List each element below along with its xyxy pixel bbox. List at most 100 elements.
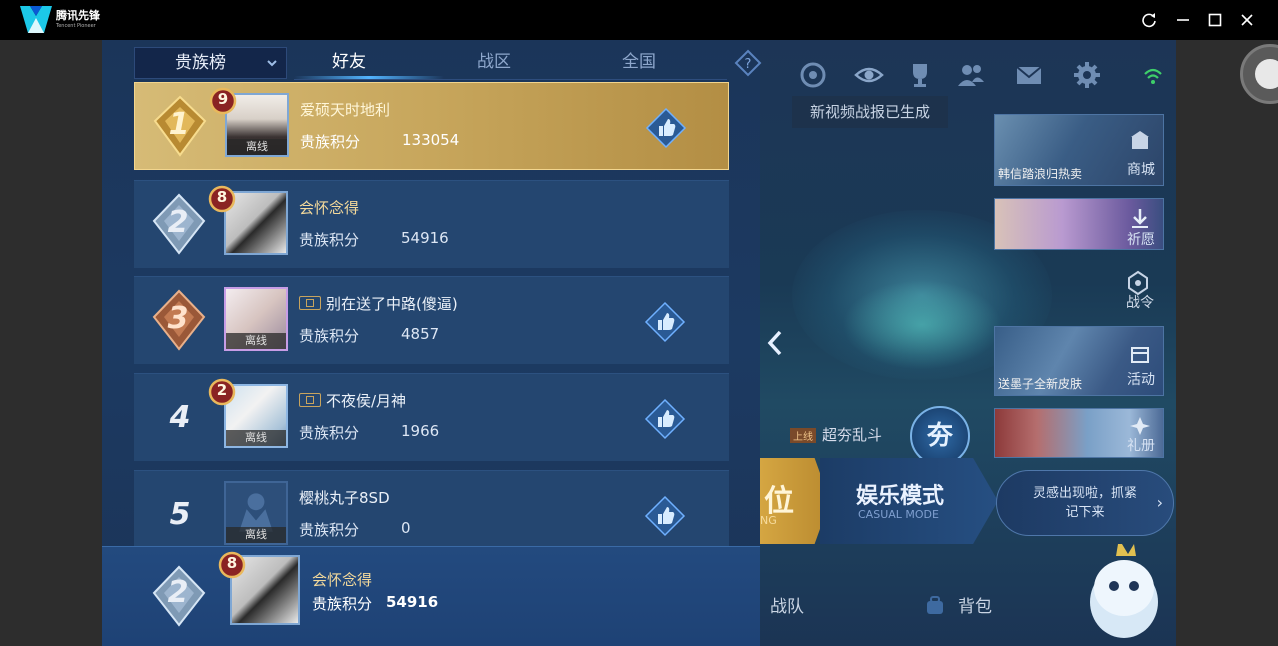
- rank-number: 5: [169, 497, 191, 532]
- app-name: 腾讯先锋: [56, 9, 100, 22]
- my-score-value: 54916: [386, 593, 439, 611]
- noble-level: 2: [216, 381, 228, 399]
- noble-level: 8: [216, 188, 228, 206]
- inspiration-hint-button[interactable]: 灵感出现啦，抓紧 记下来 ›: [996, 470, 1174, 536]
- refresh-icon[interactable]: [1139, 10, 1159, 30]
- tab-national[interactable]: 全国: [584, 46, 694, 80]
- battle-pass-button[interactable]: 战令: [1120, 292, 1160, 312]
- left-gutter: [0, 40, 102, 646]
- tab-divider: [294, 79, 727, 80]
- leaderboard-type-dropdown[interactable]: 贵族榜: [134, 47, 287, 79]
- like-thumb-icon[interactable]: [645, 107, 687, 149]
- leaderboard-panel: 贵族榜 好友 战区 全国 ? 1 离线 9 爱硕天时地利 贵族积分 133054…: [102, 40, 762, 646]
- maximize-icon[interactable]: [1205, 10, 1225, 30]
- settings-gear-icon[interactable]: [1072, 60, 1102, 90]
- player-name: 会怀念得: [299, 199, 360, 217]
- close-icon[interactable]: [1237, 10, 1257, 30]
- dropdown-label: 贵族榜: [175, 53, 226, 73]
- noble-badge-icon: [299, 393, 321, 407]
- backpack-icon: [927, 596, 943, 614]
- avatar[interactable]: 离线: [224, 287, 288, 351]
- online-status: 离线: [227, 139, 287, 155]
- score-value: 54916: [401, 229, 449, 247]
- trophy-icon[interactable]: [905, 60, 935, 90]
- my-score-label: 贵族积分: [312, 595, 373, 613]
- mail-icon[interactable]: [1014, 60, 1044, 90]
- casual-mode-button[interactable]: 娱乐模式 CASUAL MODE: [820, 458, 998, 544]
- app-window: 腾讯先锋 Tencent Pioneer 新视频战报已生成 商城 韩信踏浪归热卖…: [0, 0, 1278, 646]
- shop-caption: 韩信踏浪归热卖: [998, 167, 1083, 181]
- player-name: 樱桃丸子8SD: [299, 489, 390, 507]
- event-icon: [1131, 347, 1149, 363]
- score-value: 4857: [401, 325, 440, 343]
- leaderboard-row[interactable]: 2 8 会怀念得 贵族积分 54916: [134, 180, 729, 268]
- casual-mode-label: 娱乐模式: [856, 484, 945, 509]
- nav-backpack[interactable]: 背包: [958, 592, 992, 617]
- tab-friends[interactable]: 好友: [294, 46, 404, 80]
- leaderboard-row[interactable]: 3 离线 别在送了中路(傻逼) 贵族积分 4857: [134, 276, 729, 364]
- player-name-text: 别在送了中路(傻逼): [326, 295, 458, 313]
- rank-number: 3: [167, 301, 189, 336]
- mode-hot-badge: 上线: [790, 428, 816, 443]
- player-name-text: 不夜侯/月神: [326, 392, 407, 410]
- wish-label: 祈愿: [1127, 232, 1155, 248]
- event-caption: 送墨子全新皮肤: [998, 377, 1083, 391]
- mascot-character[interactable]: [1082, 536, 1166, 644]
- tencent-pioneer-logo: [20, 6, 52, 33]
- score-label: 贵族积分: [299, 521, 360, 539]
- minimize-icon[interactable]: [1173, 10, 1193, 30]
- score-value: 0: [401, 519, 411, 537]
- title-bar: 腾讯先锋 Tencent Pioneer: [0, 0, 1278, 40]
- wifi-signal-icon: [1144, 68, 1162, 84]
- wish-card[interactable]: 祈愿: [994, 198, 1164, 250]
- rank-number: 4: [169, 400, 191, 435]
- gift-book-icon: [1130, 417, 1150, 435]
- help-icon[interactable]: ?: [734, 49, 762, 77]
- leaderboard-tabs: 贵族榜 好友 战区 全国 ?: [134, 46, 762, 80]
- floating-assistant-icon: [1255, 59, 1278, 89]
- active-tab-underline: [294, 76, 444, 79]
- my-noble-level: 8: [226, 554, 238, 572]
- like-thumb-icon[interactable]: [644, 495, 686, 537]
- score-label: 贵族积分: [299, 327, 360, 345]
- video-report-tip[interactable]: 新视频战报已生成: [792, 96, 948, 128]
- chevron-right-icon: ›: [1156, 493, 1163, 512]
- score-label: 贵族积分: [299, 424, 360, 442]
- hint-line-2: 记下来: [1065, 505, 1105, 520]
- app-subtitle: Tencent Pioneer: [56, 23, 96, 29]
- event-card[interactable]: 活动 送墨子全新皮肤: [994, 326, 1164, 396]
- avatar[interactable]: 离线: [224, 481, 288, 545]
- eye-icon[interactable]: [854, 60, 884, 90]
- mode-promo-tag[interactable]: 上线 超夯乱斗: [790, 424, 882, 445]
- mode-emblem[interactable]: 夯: [910, 406, 970, 466]
- casual-mode-en: CASUAL MODE: [858, 508, 939, 521]
- player-name: 爱硕天时地利: [300, 101, 391, 119]
- like-thumb-icon[interactable]: [644, 301, 686, 343]
- nav-team[interactable]: 战队: [770, 592, 804, 617]
- leaderboard-row[interactable]: 4 离线 2 不夜侯/月神 贵族积分 1966: [134, 373, 729, 461]
- leaderboard-row[interactable]: 1 离线 9 爱硕天时地利 贵族积分 133054: [134, 82, 729, 170]
- collapse-panel-arrow[interactable]: [760, 318, 790, 368]
- friends-icon[interactable]: [956, 60, 986, 90]
- score-label: 贵族积分: [299, 231, 360, 249]
- score-label: 贵族积分: [300, 133, 361, 151]
- rank-number: 1: [168, 107, 190, 142]
- leaderboard-row[interactable]: 5 离线 樱桃丸子8SD 贵族积分 0: [134, 470, 729, 558]
- score-value: 1966: [401, 422, 440, 440]
- gift-book-label: 礼册: [1127, 438, 1155, 454]
- noble-level: 9: [217, 90, 229, 108]
- like-thumb-icon[interactable]: [644, 398, 686, 440]
- player-name: 不夜侯/月神: [299, 390, 406, 411]
- shop-card[interactable]: 商城 韩信踏浪归热卖: [994, 114, 1164, 186]
- my-rank-number: 2: [167, 575, 189, 610]
- online-status: 离线: [226, 527, 286, 543]
- online-status: 离线: [226, 333, 286, 349]
- replay-icon[interactable]: [798, 60, 828, 90]
- score-value: 133054: [402, 131, 460, 149]
- my-rank-footer: 2 8 会怀念得 贵族积分 54916: [102, 546, 760, 646]
- player-name: 别在送了中路(傻逼): [299, 293, 458, 314]
- mode-promo-label: 超夯乱斗: [822, 426, 883, 444]
- my-player-name: 会怀念得: [312, 571, 373, 589]
- gift-book-card[interactable]: 礼册: [994, 408, 1164, 458]
- tab-region[interactable]: 战区: [439, 46, 549, 80]
